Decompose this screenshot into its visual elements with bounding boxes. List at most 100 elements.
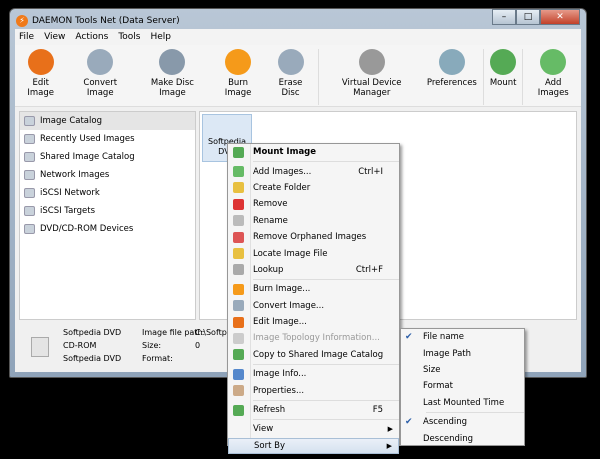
menu-help[interactable]: Help — [150, 32, 171, 42]
sort-by-ascending[interactable]: ✔ Ascending — [401, 414, 524, 430]
remove-icon — [233, 198, 244, 210]
sidebar-item-iscsi-network[interactable]: iSCSI Network — [20, 184, 195, 202]
menu-item-convert-image[interactable]: Convert Image... — [228, 298, 399, 314]
toolbar-label: Burn Image — [224, 78, 252, 98]
menu-item-label: Lookup — [253, 264, 284, 275]
menu-item-label: Copy to Shared Image Catalog — [253, 349, 384, 360]
convert-image-icon — [87, 49, 114, 75]
sidebar-item-image-catalog[interactable]: Image Catalog — [20, 112, 195, 130]
menu-item-image-info[interactable]: Image Info... — [228, 366, 399, 382]
menu-item-label: Format — [423, 381, 453, 392]
sidebar-item-shared-image-catalog[interactable]: Shared Image Catalog — [20, 148, 195, 166]
toolbar-label: Erase Disc — [278, 78, 303, 98]
menu-item-image-topology-information: Image Topology Information... — [228, 330, 399, 346]
toolbar-separator — [317, 49, 319, 105]
preferences-button[interactable]: Preferences — [423, 49, 481, 88]
image-catalog-icon — [24, 116, 35, 126]
sort-by-last-mounted-time[interactable]: Last Mounted Time — [401, 395, 524, 411]
sort-by-descending[interactable]: Descending — [401, 430, 524, 446]
menu-actions[interactable]: Actions — [75, 32, 108, 42]
virtual-device-manager-button[interactable]: Virtual Device Manager — [321, 49, 423, 98]
close-button[interactable]: ✕ — [540, 9, 580, 25]
menu-item-lookup[interactable]: Lookup Ctrl+F — [228, 262, 399, 278]
make-disc-image-icon — [159, 49, 186, 75]
info-name: Softpedia DVD — [63, 328, 122, 337]
menu-item-locate-image-file[interactable]: Locate Image File — [228, 245, 399, 261]
toolbar-separator — [522, 49, 524, 105]
menu-item-view[interactable]: View ▶ — [228, 421, 399, 437]
toolbar-label: Preferences — [426, 78, 477, 88]
sidebar-item-label: Recently Used Images — [40, 134, 135, 144]
menu-item-label: Ascending — [423, 417, 468, 428]
info-name2: Softpedia DVD — [63, 354, 122, 363]
menu-item-label: Remove Orphaned Images — [253, 232, 367, 243]
menu-bar: File View Actions Tools Help — [15, 29, 581, 45]
menu-item-copy-to-shared-image-catalog[interactable]: Copy to Shared Image Catalog — [228, 347, 399, 363]
info-type: CD-ROM — [63, 341, 97, 350]
sidebar-item-network-images[interactable]: Network Images — [20, 166, 195, 184]
menu-item-edit-image[interactable]: Edit Image... — [228, 314, 399, 330]
menu-item-add-images[interactable]: Add Images... Ctrl+I — [228, 163, 399, 179]
menu-item-label: Last Mounted Time — [423, 397, 505, 408]
menu-item-properties[interactable]: Properties... — [228, 382, 399, 398]
menu-item-mount-image[interactable]: Mount Image — [228, 144, 399, 160]
sort-by-format[interactable]: Format — [401, 378, 524, 394]
menu-item-create-folder[interactable]: Create Folder — [228, 180, 399, 196]
toolbar-label: Edit Image — [27, 78, 55, 98]
menu-item-remove[interactable]: Remove — [228, 196, 399, 212]
minimize-button[interactable]: – — [492, 9, 516, 25]
sidebar-item-label: iSCSI Targets — [40, 206, 96, 216]
menu-item-label: Add Images... — [253, 166, 312, 177]
make-disc-image-button[interactable]: Make Disc Image — [134, 49, 211, 98]
format-label: Format: — [142, 354, 173, 363]
menu-item-rename[interactable]: Rename — [228, 213, 399, 229]
mount-button[interactable]: Mount — [486, 49, 521, 88]
menu-item-label: Size — [423, 364, 441, 375]
submenu-arrow-icon: ▶ — [387, 425, 393, 434]
sidebar-item-label: Shared Image Catalog — [40, 152, 135, 162]
sort-by-size[interactable]: Size — [401, 362, 524, 378]
menu-tools[interactable]: Tools — [118, 32, 140, 42]
menu-item-label: Edit Image... — [253, 317, 307, 328]
locate-image-file-icon — [233, 248, 244, 260]
menu-item-burn-image[interactable]: Burn Image... — [228, 281, 399, 297]
play-icon — [490, 49, 517, 75]
menu-item-sort-by[interactable]: Sort By ▶ — [228, 437, 399, 455]
erase-disc-icon — [277, 49, 304, 75]
maximize-button[interactable]: □ — [516, 9, 540, 25]
sidebar-item-iscsi-targets[interactable]: iSCSI Targets — [20, 202, 195, 220]
edit-image-button[interactable]: Edit Image — [15, 49, 66, 98]
add-images-button[interactable]: Add Images — [525, 49, 581, 98]
menu-item-label: Rename — [253, 215, 288, 226]
menu-item-label: Image Topology Information... — [253, 333, 380, 344]
daemon-logo-icon: ⚡ — [16, 15, 28, 27]
menu-view[interactable]: View — [44, 32, 65, 42]
device-manager-icon — [358, 49, 385, 75]
submenu-arrow-icon: ▶ — [386, 441, 392, 450]
remove-orphaned-images-icon — [233, 231, 244, 243]
convert-image-button[interactable]: Convert Image — [66, 49, 134, 98]
sidebar-item-label: Image Catalog — [40, 116, 102, 126]
sort-by-file-name[interactable]: ✔ File name — [401, 329, 524, 345]
menu-item-label: View — [253, 424, 274, 435]
shortcut-label: F5 — [372, 405, 383, 416]
sort-by-submenu: ✔ File name Image Path Size Format Last Mount… — [400, 328, 525, 446]
properties-icon — [233, 385, 244, 397]
sidebar-item-label: DVD/CD-ROM Devices — [40, 224, 134, 234]
iscsi-targets-icon — [24, 206, 35, 216]
image-topology-information-icon — [233, 332, 244, 344]
image-info-icon — [233, 368, 244, 380]
burn-icon — [225, 49, 252, 75]
menu-item-label: Properties... — [253, 385, 305, 396]
menu-file[interactable]: File — [19, 32, 34, 42]
iscsi-network-icon — [24, 188, 35, 198]
erase-disc-button[interactable]: Erase Disc — [265, 49, 315, 98]
menu-item-label: Sort By — [254, 440, 285, 451]
burn-image-button[interactable]: Burn Image — [211, 49, 266, 98]
sidebar-item-recently-used-images[interactable]: Recently Used Images — [20, 130, 195, 148]
sort-by-image-path[interactable]: Image Path — [401, 345, 524, 361]
gear-icon — [438, 49, 465, 75]
menu-item-remove-orphaned-images[interactable]: Remove Orphaned Images — [228, 229, 399, 245]
menu-item-refresh[interactable]: Refresh F5 — [228, 402, 399, 418]
sidebar-item-dvd-cd-rom-devices[interactable]: DVD/CD-ROM Devices — [20, 220, 195, 238]
